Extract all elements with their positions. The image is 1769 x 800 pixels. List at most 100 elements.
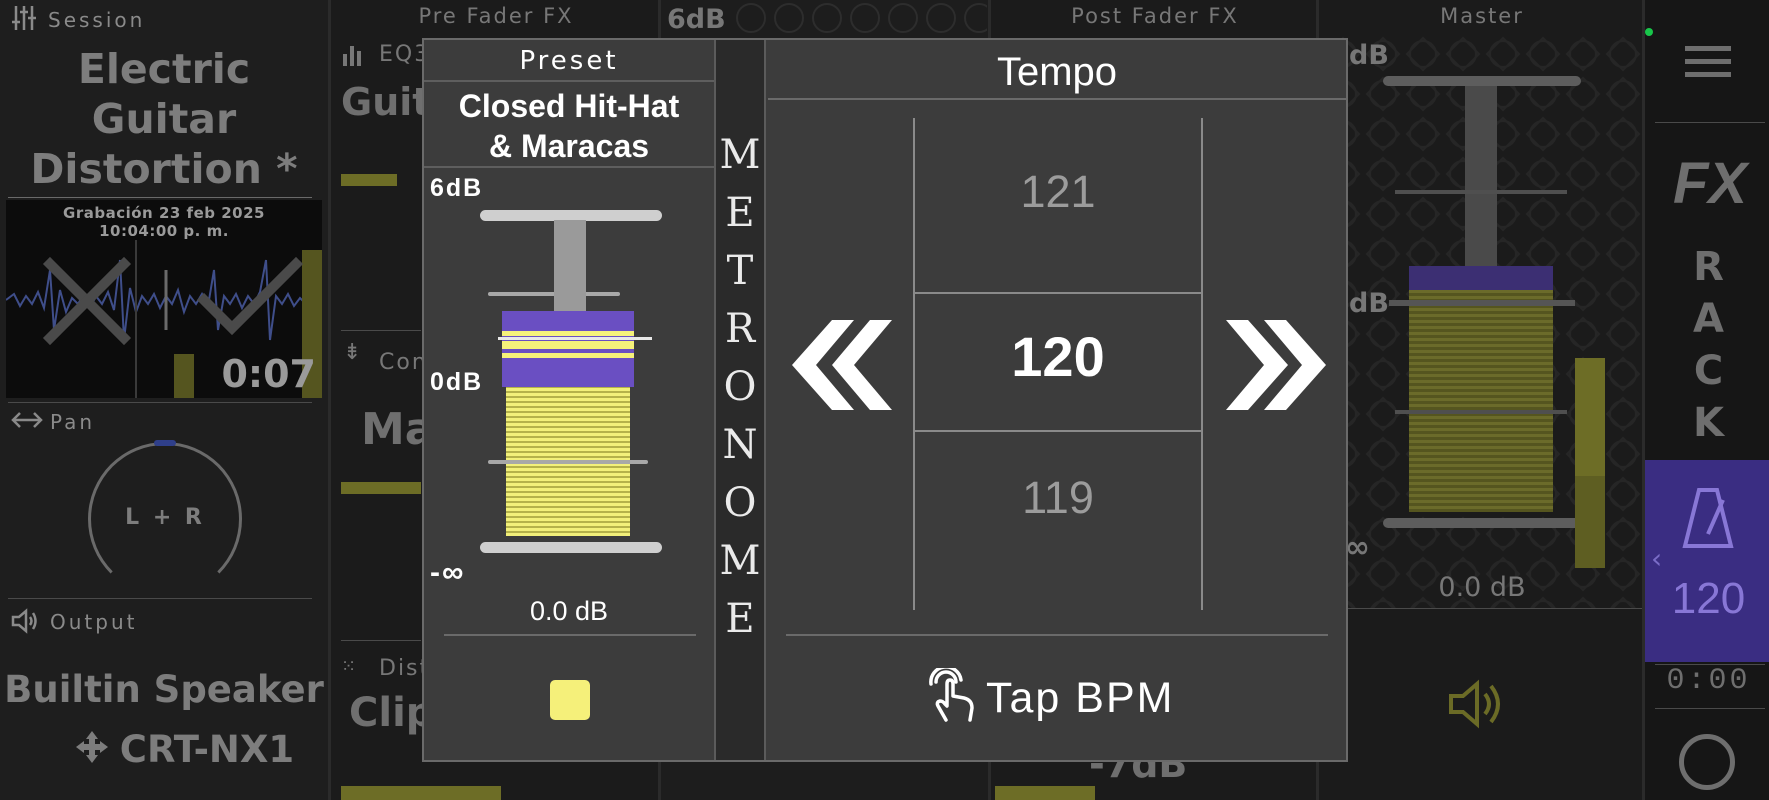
db-mid-label: 0dB: [430, 368, 484, 396]
output-label: Output: [50, 610, 138, 634]
master-inf-label: ∞: [1345, 530, 1370, 565]
color-swatch[interactable]: [550, 680, 590, 720]
metronome-letter: M: [719, 538, 761, 584]
preset-name-line: & Maracas: [488, 128, 650, 164]
post-fader-level-bar: [995, 786, 1095, 800]
master-fader-bottom: [1383, 518, 1581, 528]
metronome-letter: R: [724, 306, 756, 352]
volume-db-value: 0.0 dB: [529, 596, 609, 626]
status-dot: [1645, 28, 1653, 36]
fader-bottom-cap: [480, 542, 662, 553]
eq-level-bar: [341, 174, 397, 186]
master-db-value: 0.0 dB: [1438, 572, 1526, 603]
session-title[interactable]: Electric Guitar Distortion *: [14, 44, 314, 194]
pan-label: Pan: [50, 410, 96, 434]
metronome-letter: O: [723, 364, 757, 410]
eq-value[interactable]: Guit: [341, 80, 430, 124]
pan-arrows-icon: [10, 410, 44, 436]
metronome-tempo: 120: [1671, 574, 1746, 623]
preset-panel: Preset Closed Hit-Hat & Maracas 6dB 0dB …: [424, 40, 716, 760]
tempo-current[interactable]: 120: [915, 324, 1201, 389]
output-device[interactable]: Builtin Speaker: [0, 668, 328, 711]
compressor-level-bar: [341, 482, 421, 494]
preset-name[interactable]: Closed Hit-Hat & Maracas: [424, 86, 714, 166]
db-top-label: 6dB: [430, 174, 484, 202]
metronome-letter: M: [719, 132, 761, 178]
metronome-letter: E: [725, 190, 755, 236]
channel-top-db: 6dB: [667, 4, 726, 35]
metronome-letter: O: [723, 480, 757, 526]
master-header[interactable]: Master: [1319, 4, 1645, 28]
metronome-letter: N: [722, 422, 758, 468]
metronome-icon: [1681, 486, 1735, 554]
transport-time: 0:00: [1666, 664, 1751, 698]
metronome-button[interactable]: ‹ 120: [1645, 460, 1769, 662]
metronome-letter: T: [726, 248, 754, 294]
compressor-label: Con: [379, 350, 428, 375]
menu-icon[interactable]: [1683, 44, 1733, 84]
recording-waveform[interactable]: Grabación 23 feb 2025 10:04:00 p. m. 0:0…: [6, 200, 322, 398]
sliders-icon: [10, 4, 38, 38]
recording-date: Grabación 23 feb 2025: [63, 204, 265, 222]
output-device-secondary: CRT-NX1: [119, 727, 295, 771]
fader-tick: [488, 460, 648, 464]
tempo-picker[interactable]: 121 120 119: [913, 118, 1203, 610]
double-chevron-left-icon: [792, 320, 892, 410]
tempo-panel: Tempo 121 120 119 Tap BPM: [768, 40, 1346, 760]
fader-zero-line: [498, 337, 652, 340]
volume-fader[interactable]: [478, 210, 668, 560]
rack-letter[interactable]: C: [1645, 348, 1769, 394]
session-title-line: Guitar: [91, 95, 237, 143]
fader-handle-line: [502, 331, 634, 336]
pre-fader-fx-header[interactable]: Pre Fader FX: [331, 4, 661, 28]
pattern-decoration: [736, 3, 987, 33]
master-fader-handle[interactable]: [1389, 300, 1575, 306]
master-speaker-icon[interactable]: [1447, 676, 1509, 736]
master-fader-stem: [1465, 86, 1497, 266]
master-level-left: [1575, 476, 1605, 568]
master-tick: [1395, 190, 1567, 194]
session-title-line: Electric: [77, 45, 251, 93]
master-column: Master dB dB ∞ 0.0 dB: [1316, 0, 1645, 800]
metronome-label-strip: M E T R O N O M E: [716, 40, 766, 760]
post-fader-fx-header[interactable]: Post Fader FX: [991, 4, 1319, 28]
fader-peak-zone: [502, 311, 634, 387]
recording-duration: 0:07: [221, 352, 316, 396]
preset-name-line: Closed Hit-Hat: [458, 88, 680, 124]
distortion-icon: ⁙: [341, 656, 357, 677]
rack-letter[interactable]: K: [1645, 400, 1769, 446]
recording-datetime: Grabación 23 feb 2025 10:04:00 p. m.: [6, 204, 322, 240]
chevron-left-icon: ‹: [1651, 542, 1663, 575]
compressor-icon: ⇟: [343, 340, 362, 365]
tempo-decrease-button[interactable]: [786, 310, 896, 420]
master-top-db: dB: [1349, 40, 1389, 71]
tempo-title: Tempo: [996, 50, 1118, 94]
eq-bars-icon: [341, 44, 365, 70]
right-rail: FX R A C K ‹ 120 0:00: [1642, 0, 1769, 800]
tempo-prev[interactable]: 121: [915, 166, 1201, 218]
tempo-increase-button[interactable]: [1222, 310, 1332, 420]
record-button[interactable]: [1679, 734, 1735, 790]
distortion-level-bar: [341, 786, 501, 800]
master-meter[interactable]: [1409, 290, 1553, 512]
db-inf-label: -∞: [430, 556, 466, 589]
recording-time: 10:04:00 p. m.: [99, 222, 229, 240]
fader-handle[interactable]: [502, 341, 634, 349]
rack-letter[interactable]: R: [1645, 244, 1769, 290]
master-mid-db: dB: [1349, 288, 1389, 319]
metronome-letter: E: [725, 596, 755, 642]
move-arrows-icon: [74, 729, 110, 769]
rack-letter[interactable]: A: [1645, 296, 1769, 342]
double-chevron-right-icon: [1226, 320, 1326, 410]
tap-bpm-label: Tap BPM: [986, 673, 1175, 722]
fx-button[interactable]: FX: [1655, 150, 1765, 217]
session-label: Session: [48, 8, 146, 32]
tempo-next[interactable]: 119: [915, 472, 1201, 524]
session-title-line: Distortion *: [30, 145, 298, 193]
tap-bpm-button[interactable]: Tap BPM: [928, 665, 1188, 728]
master-tick: [1395, 410, 1567, 414]
metronome-dialog: Preset Closed Hit-Hat & Maracas 6dB 0dB …: [422, 38, 1348, 762]
preset-header: Preset: [519, 46, 619, 76]
pan-value: L + R: [125, 505, 205, 530]
output-device-row[interactable]: CRT-NX1: [44, 726, 324, 772]
